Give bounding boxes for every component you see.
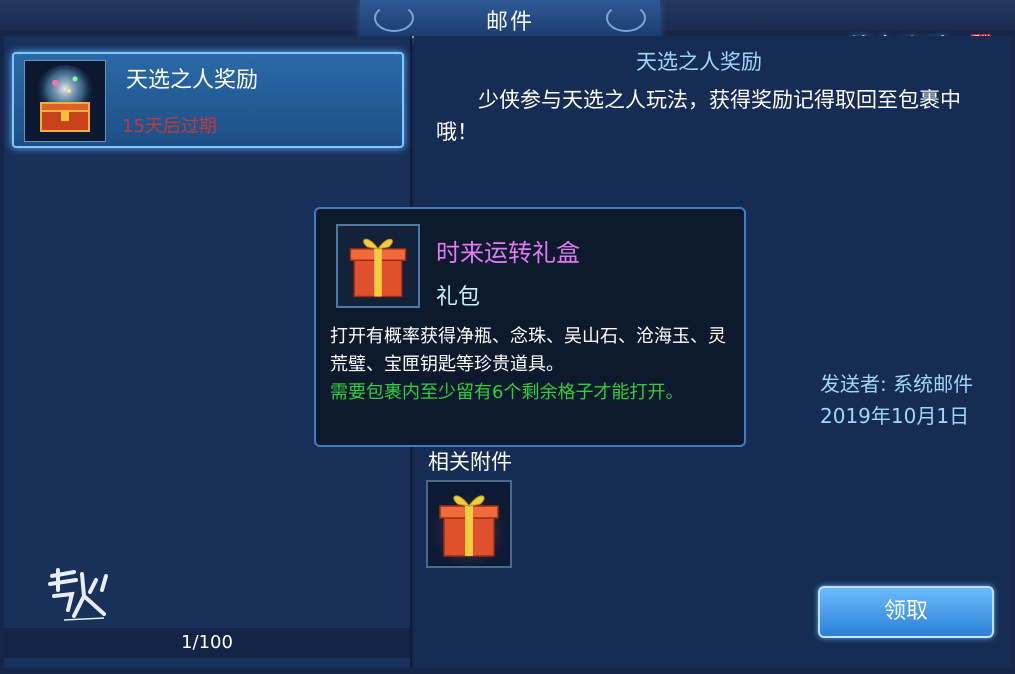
attachments-label: 相关附件 [428,450,512,474]
tooltip-item-type: 礼包 [436,285,481,310]
mail-title: 天选之人奖励 [636,50,762,74]
mail-date: 2019年10月1日 [820,404,970,428]
window-title: 邮件 [485,10,534,35]
gift-box-icon [431,490,507,566]
treasure-chest-icon [24,60,106,142]
leihuo-logo [44,566,118,626]
mail-item-title: 天选之人奖励 [126,68,259,93]
page-indicator: 1/100 [4,628,410,658]
attachment-slot[interactable] [426,480,512,568]
claim-button[interactable]: 领取 [818,586,994,638]
tooltip-requirement: 需要包裹内至少留有6个剩余格子才能打开。 [330,382,684,403]
mail-list-item[interactable]: 天选之人奖励 15天后过期 [12,52,404,148]
mail-body: 少侠参与天选之人玩法，获得奖励记得取回至包裹中哦！ [436,88,961,144]
tooltip-gift-icon [336,224,420,308]
tooltip-description: 打开有概率获得净瓶、念珠、吴山石、沧海玉、灵荒璧、宝匣钥匙等珍贵道具。 [330,326,726,375]
mail-item-expire: 15天后过期 [122,116,217,137]
mail-sender: 发送者: 系统邮件 [820,372,974,396]
title-bar: 邮件 [360,0,660,38]
item-tooltip: 时来运转礼盒 礼包 打开有概率获得净瓶、念珠、吴山石、沧海玉、灵荒璧、宝匣钥匙等… [314,207,746,447]
tooltip-item-name: 时来运转礼盒 [436,239,580,267]
